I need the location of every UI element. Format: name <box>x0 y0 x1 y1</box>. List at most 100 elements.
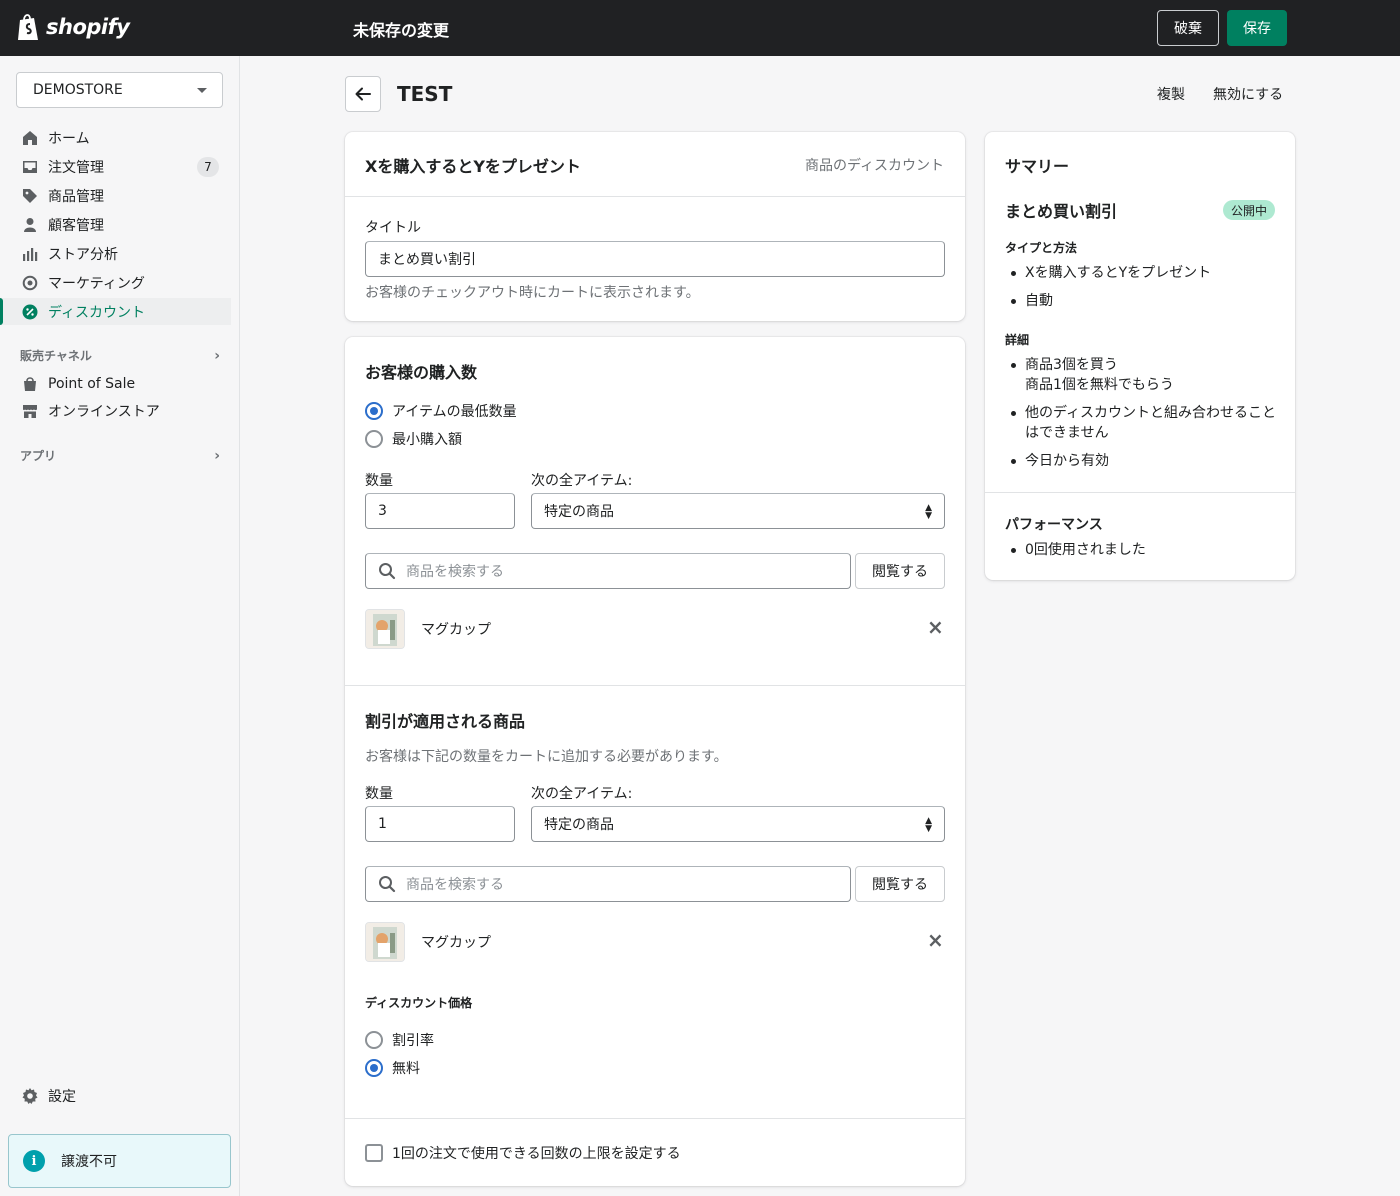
radio-percentage[interactable]: 割引率 <box>365 1030 434 1050</box>
discount-type-card: Xを購入するとYをプレゼント 商品のディスカウント タイトル まとめ買い割引 お… <box>345 132 965 321</box>
info-icon: i <box>23 1150 45 1172</box>
chevron-right-icon[interactable]: › <box>214 348 220 364</box>
store-selector[interactable]: DEMOSTORE <box>16 72 223 108</box>
transfer-label: 譲渡不可 <box>61 1154 117 1170</box>
radio-free[interactable]: 無料 <box>365 1058 420 1078</box>
remove-product-icon[interactable]: × <box>927 928 944 952</box>
select-arrows-icon: ▲ ▼ <box>925 503 932 521</box>
divider <box>345 1118 965 1119</box>
nav-item-label: ホーム <box>48 130 90 147</box>
radio-label: 割引率 <box>392 1033 434 1049</box>
radio-min-quantity[interactable]: アイテムの最低数量 <box>365 401 517 421</box>
checkbox-label: 1回の注文で使用できる回数の上限を設定する <box>392 1146 681 1162</box>
buys-product-search[interactable]: 商品を検索する <box>365 553 851 589</box>
chevron-right-icon[interactable]: › <box>214 448 220 464</box>
details-list: 商品3個を買う 商品1個を無料でもらう 他のディスカウントと組み合わせること は… <box>1005 355 1285 471</box>
performance-list: 0回使用されました <box>1005 540 1280 560</box>
customer-gets-help: お客様は下記の数量をカートに追加する必要があります。 <box>365 749 728 765</box>
discount-icon <box>20 302 40 322</box>
remove-product-icon[interactable]: × <box>927 615 944 639</box>
gets-items-select[interactable]: 特定の商品 ▲ ▼ <box>531 806 945 842</box>
gets-quantity-input[interactable]: 1 <box>365 806 515 842</box>
discount-value-heading: ディスカウント価格 <box>365 996 473 1010</box>
sales-channels-label: 販売チャネル <box>20 349 92 363</box>
summary-discount-name: まとめ買い割引 <box>1005 202 1118 221</box>
buys-items-select[interactable]: 特定の商品 ▲ ▼ <box>531 493 945 529</box>
buys-browse-button[interactable]: 閲覧する <box>855 553 945 589</box>
performance-heading: パフォーマンス <box>1005 517 1103 533</box>
back-button[interactable] <box>345 76 381 112</box>
list-item: Xを購入するとYをプレゼント <box>1005 263 1280 283</box>
radio-indicator <box>365 1031 383 1049</box>
summary-card: サマリー まとめ買い割引 公開中 タイプと方法 Xを購入するとYをプレゼント 自… <box>985 132 1295 580</box>
nav-item-orders[interactable]: 注文管理 7 <box>0 153 231 180</box>
nav-item-products[interactable]: 商品管理 <box>0 182 231 209</box>
radio-label: アイテムの最低数量 <box>392 404 517 420</box>
sales-channels-header[interactable]: 販売チャネル › <box>20 347 220 364</box>
pos-bag-icon <box>20 374 40 394</box>
gets-any-items-label: 次の全アイテム: <box>531 786 633 802</box>
title-input[interactable]: まとめ買い割引 <box>365 241 945 277</box>
detail-line: 他のディスカウントと組み合わせること <box>1025 405 1277 421</box>
shopify-logo[interactable]: shopify <box>16 12 130 42</box>
customer-buys-heading: お客様の購入数 <box>365 363 478 382</box>
product-thumbnail <box>365 922 405 962</box>
buys-quantity-input[interactable]: 3 <box>365 493 515 529</box>
radio-label: 無料 <box>392 1061 420 1077</box>
orders-count-badge: 7 <box>197 157 219 177</box>
nav-item-analytics[interactable]: ストア分析 <box>0 240 231 267</box>
gets-browse-button[interactable]: 閲覧する <box>855 866 945 902</box>
discard-button[interactable]: 破棄 <box>1157 10 1219 46</box>
gear-icon <box>20 1086 40 1106</box>
channel-label: オンラインストア <box>48 403 160 420</box>
store-name: DEMOSTORE <box>33 82 123 98</box>
nav-item-label: 顧客管理 <box>48 217 104 234</box>
unsaved-changes-title: 未保存の変更 <box>353 21 450 40</box>
buys-items-select-value: 特定の商品 <box>544 504 614 520</box>
store-icon <box>20 401 40 421</box>
customer-gets-heading: 割引が適用される商品 <box>365 712 526 731</box>
transfer-status-banner[interactable]: i 譲渡不可 <box>8 1134 231 1188</box>
nav-item-label: ストア分析 <box>48 246 118 263</box>
page-title: TEST <box>397 82 453 106</box>
search-icon <box>379 876 396 893</box>
channel-online-store[interactable]: オンラインストア <box>0 397 231 424</box>
discount-type-title: Xを購入するとYをプレゼント <box>365 157 581 176</box>
title-input-value: まとめ買い割引 <box>378 252 476 268</box>
apps-header[interactable]: アプリ › <box>20 447 220 464</box>
product-thumbnail <box>365 609 405 649</box>
radio-min-amount[interactable]: 最小購入額 <box>365 429 462 449</box>
nav-item-settings[interactable]: 設定 <box>0 1082 231 1109</box>
divider <box>345 196 965 197</box>
detail-line: 商品3個を買う <box>1025 357 1118 373</box>
caret-down-icon <box>197 88 207 93</box>
disable-action[interactable]: 無効にする <box>1213 84 1283 104</box>
search-placeholder: 商品を検索する <box>406 564 504 580</box>
save-button[interactable]: 保存 <box>1227 10 1287 46</box>
home-icon <box>20 128 40 148</box>
list-item: 今日から有効 <box>1005 451 1285 471</box>
gets-quantity-label: 数量 <box>365 786 393 802</box>
buy-get-card: お客様の購入数 アイテムの最低数量 最小購入額 数量 次の全アイテム: 3 特定… <box>345 337 965 1186</box>
gets-product-search[interactable]: 商品を検索する <box>365 866 851 902</box>
nav-item-customers[interactable]: 顧客管理 <box>0 211 231 238</box>
radio-selected-indicator <box>365 1059 383 1077</box>
buys-product-name: マグカップ <box>421 622 491 638</box>
checkbox-indicator <box>365 1144 383 1162</box>
title-label: タイトル <box>365 220 421 236</box>
duplicate-action[interactable]: 複製 <box>1157 84 1185 104</box>
tag-icon <box>20 186 40 206</box>
max-uses-checkbox[interactable]: 1回の注文で使用できる回数の上限を設定する <box>365 1143 681 1163</box>
person-icon <box>20 215 40 235</box>
divider <box>985 492 1295 493</box>
list-item: 商品3個を買う 商品1個を無料でもらう <box>1005 355 1285 395</box>
channel-point-of-sale[interactable]: Point of Sale <box>0 370 231 397</box>
nav-item-discounts[interactable]: ディスカウント <box>0 298 231 325</box>
radio-selected-indicator <box>365 402 383 420</box>
sidebar: DEMOSTORE ホーム 注文管理 7 商品管理 顧客管理 ストア分析 マーケ… <box>0 56 240 1196</box>
details-heading: 詳細 <box>1005 333 1030 347</box>
nav-item-marketing[interactable]: マーケティング <box>0 269 231 296</box>
type-method-heading: タイプと方法 <box>1005 241 1078 255</box>
nav-item-home[interactable]: ホーム <box>0 124 231 151</box>
logo-text: shopify <box>46 15 130 39</box>
